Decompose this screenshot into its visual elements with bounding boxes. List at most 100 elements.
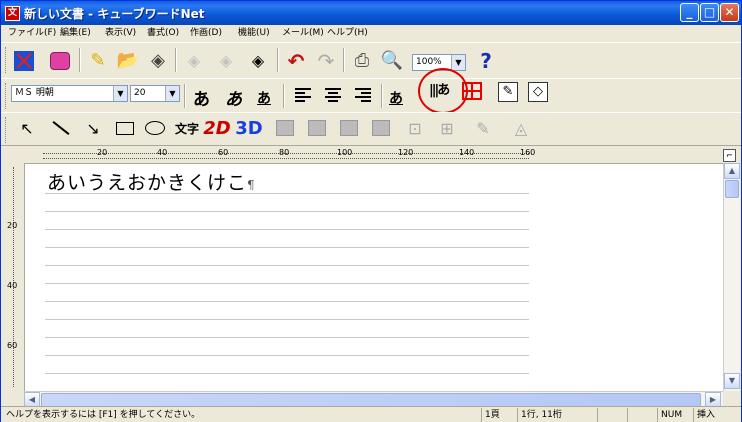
chevron-down-icon[interactable]: ▼ [451,55,465,70]
tab-stop-icon[interactable]: ⌐ [723,149,736,162]
print-button[interactable]: ⎙ [349,48,375,74]
rectangle-tool-button[interactable] [113,117,137,139]
help-icon: ? [480,49,492,73]
ellipse-tool-button[interactable] [143,117,167,139]
underline-button[interactable]: あ [257,88,271,108]
maximize-button[interactable]: □ [700,3,719,22]
help-button[interactable]: ? [473,48,499,74]
scroll-up-button[interactable]: ▲ [724,163,740,179]
vertical-scrollbar[interactable]: ▲ ▼ [723,163,740,391]
italic-button[interactable]: あ [225,85,242,110]
fill-color-button[interactable]: ◬ [509,117,533,139]
zoom-value: 100% [416,57,442,67]
toolbar-separator [277,48,279,72]
chevron-down-icon[interactable]: ▼ [113,86,127,101]
menu-mail[interactable]: メール(M) [279,26,327,40]
menu-format[interactable]: 書式(O) [144,26,182,40]
bring-front-button[interactable] [273,117,297,139]
arrow-tool-button[interactable]: ↘ [81,117,105,139]
app-logo-button[interactable] [11,48,37,74]
vertical-text-button[interactable]: |||あ [429,79,455,105]
scroll-down-button[interactable]: ▼ [724,373,740,389]
menu-draw[interactable]: 作画(D) [187,26,225,40]
undo-arrow-icon: ↶ [287,49,305,73]
minimize-button[interactable]: _ [680,3,699,22]
paste-special-button[interactable]: ◈ [213,48,239,74]
menu-bar: ファイル(F) 編集(E) 表示(V) 書式(O) 作画(D) 機能(U) メー… [1,25,741,41]
toolbar-grip[interactable] [5,83,8,109]
font-name-select[interactable]: ＭＳ 明朝 ▼ [11,85,128,102]
document-area[interactable]: あいうえおかきくけこ¶ [24,163,723,391]
horizontal-ruler[interactable]: 20 40 60 80 100 120 140 160 ⌐ [1,145,741,163]
ruled-line [45,319,529,320]
title-bar[interactable]: 文 新しい文書 - キューブワードNet _ □ ✕ [1,1,741,25]
toolbar-grip[interactable] [5,117,8,143]
pink-box-button[interactable] [47,48,73,74]
ruled-line [45,229,529,230]
y-logo-icon [14,51,34,71]
redo-button[interactable]: ↷ [313,48,339,74]
document-line-1[interactable]: あいうえおかきくけこ [47,172,247,194]
menu-edit[interactable]: 編集(E) [57,26,94,40]
vertical-scroll-thumb[interactable] [725,180,739,198]
format-painter-button[interactable]: ◈ [245,48,271,74]
open-file-button[interactable]: 📂 [115,48,141,74]
2d-button[interactable]: 2D [203,117,230,139]
ruler-tick: 160 [520,148,536,157]
align-right-button[interactable] [355,88,371,102]
ruled-line [45,211,529,212]
distribute-button[interactable]: ⊞ [435,117,459,139]
line-icon [52,121,70,135]
ruled-line [45,355,529,356]
text-tool-button[interactable]: 文字 [175,117,199,139]
send-back-button[interactable] [305,117,329,139]
ruler-tick: 60 [7,341,18,350]
redo-arrow-icon: ↷ [317,49,335,73]
ruler-tick: 140 [459,148,475,157]
ruled-line [45,301,529,302]
insert-object-button[interactable]: ✎ [498,82,518,102]
line-color-button[interactable]: ✎ [471,117,495,139]
format-toolbar: ＭＳ 明朝 ▼ 20 ▼ あ あ あ あ [1,78,741,112]
line-tool-button[interactable] [49,117,73,139]
save-button[interactable]: ◈ [145,48,171,74]
ruler-tick: 80 [279,148,290,157]
select-pointer-button[interactable]: ↖ [15,117,39,139]
new-document-button[interactable]: ✎ [85,48,111,74]
vertical-ruler[interactable]: 20 40 60 [1,163,23,391]
chevron-down-icon[interactable]: ▼ [165,86,179,101]
undo-button[interactable]: ↶ [283,48,309,74]
3d-button[interactable]: 3D [235,117,262,139]
menu-function[interactable]: 機能(U) [235,26,273,40]
align-center-button[interactable] [325,88,341,102]
eraser-button[interactable]: ◇ [528,82,548,102]
window-title: 新しい文書 - キューブワードNet [24,7,205,21]
pink-box-icon [50,52,70,70]
menu-help[interactable]: ヘルプ(H) [324,26,371,40]
group-button[interactable] [337,117,361,139]
status-help-text: ヘルプを表示するには [F1] を押してください。 [6,410,201,420]
close-button[interactable]: ✕ [720,3,739,22]
char-color-button[interactable]: あ [389,88,403,108]
copy-button[interactable]: ◈ [181,48,207,74]
toolbar-separator [343,48,345,72]
table-button[interactable] [462,82,482,100]
align-objects-icon: ⊡ [408,118,422,138]
menu-view[interactable]: 表示(V) [102,26,139,40]
toolbar-grip[interactable] [5,47,8,73]
ungroup-button[interactable] [369,117,393,139]
align-left-button[interactable] [295,88,311,102]
ruled-line [45,247,529,248]
app-icon[interactable]: 文 [5,6,20,21]
bold-button[interactable]: あ [193,85,210,110]
menu-file[interactable]: ファイル(F) [5,26,59,40]
horizontal-scroll-thumb[interactable] [41,393,701,407]
paint-bucket-icon: ◬ [514,118,528,138]
document-text[interactable]: あいうえおかきくけこ¶ [47,168,256,195]
rectangle-icon [116,121,134,135]
print-preview-button[interactable]: 🔍 [379,48,405,74]
ruler-tick: 120 [398,148,414,157]
font-size-select[interactable]: 20 ▼ [130,85,180,102]
align-objects-button[interactable]: ⊡ [403,117,427,139]
application-window: 文 新しい文書 - キューブワードNet _ □ ✕ ファイル(F) 編集(E)… [0,0,742,422]
